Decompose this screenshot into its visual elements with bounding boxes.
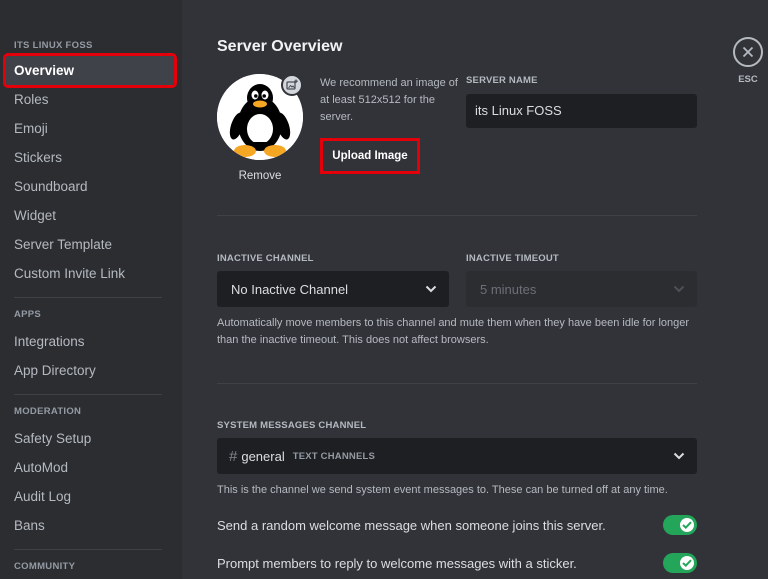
inactive-channel-value: No Inactive Channel xyxy=(231,281,349,297)
sidebar-header-apps: APPS xyxy=(14,309,42,320)
sidebar-item-automod[interactable]: AutoMod xyxy=(0,453,174,482)
sidebar-header-community: COMMUNITY xyxy=(14,561,76,572)
sidebar-item-soundboard[interactable]: Soundboard xyxy=(0,172,174,201)
sidebar-header-server: ITS LINUX FOSS xyxy=(14,40,93,51)
sticker-reply-toggle-row: Prompt members to reply to welcome messa… xyxy=(217,552,697,574)
close-settings-button[interactable] xyxy=(733,37,763,67)
settings-sidebar: ITS LINUX FOSS Overview Roles Emoji Stic… xyxy=(0,0,182,579)
section-divider xyxy=(217,215,697,216)
sidebar-item-bans[interactable]: Bans xyxy=(0,511,174,540)
inactive-timeout-value: 5 minutes xyxy=(480,281,537,297)
hashtag-icon: # xyxy=(229,447,238,465)
sidebar-divider xyxy=(14,549,162,550)
sidebar-divider xyxy=(14,394,162,395)
inactive-channel-label: INACTIVE CHANNEL xyxy=(217,253,314,264)
system-messages-channel-select[interactable]: # general TEXT CHANNELS xyxy=(217,438,697,474)
inactive-help-text: Automatically move members to this chann… xyxy=(217,317,690,346)
welcome-message-toggle-label: Send a random welcome message when someo… xyxy=(217,517,606,533)
section-divider xyxy=(217,383,697,384)
sidebar-item-integrations[interactable]: Integrations xyxy=(0,327,174,356)
check-icon xyxy=(680,556,694,570)
system-messages-channel-label: SYSTEM MESSAGES CHANNEL xyxy=(217,420,367,431)
sidebar-item-safety-setup[interactable]: Safety Setup xyxy=(0,424,174,453)
welcome-message-toggle-row: Send a random welcome message when someo… xyxy=(217,514,697,536)
image-recommendation-text: We recommend an image of at least 512x51… xyxy=(320,77,458,123)
sidebar-item-emoji[interactable]: Emoji xyxy=(0,114,174,143)
inactive-channel-select[interactable]: No Inactive Channel xyxy=(217,271,449,307)
sidebar-divider xyxy=(14,297,162,298)
sidebar-item-server-template[interactable]: Server Template xyxy=(0,230,174,259)
sidebar-item-app-directory[interactable]: App Directory xyxy=(0,356,174,385)
system-channel-category: TEXT CHANNELS xyxy=(292,450,376,462)
welcome-message-toggle[interactable] xyxy=(663,515,697,535)
chevron-down-icon xyxy=(673,452,685,460)
esc-label: ESC xyxy=(738,74,758,85)
add-image-icon[interactable] xyxy=(281,74,303,96)
close-icon xyxy=(742,46,754,58)
upload-image-button[interactable]: Upload Image xyxy=(320,138,420,174)
chevron-down-icon xyxy=(673,285,685,293)
chevron-down-icon xyxy=(425,285,437,293)
page-title: Server Overview xyxy=(217,38,343,55)
sidebar-item-overview[interactable]: Overview xyxy=(3,53,177,88)
inactive-timeout-label: INACTIVE TIMEOUT xyxy=(466,253,559,264)
server-name-input[interactable]: its Linux FOSS xyxy=(466,94,697,128)
sidebar-item-stickers[interactable]: Stickers xyxy=(0,143,174,172)
sidebar-item-roles[interactable]: Roles xyxy=(0,85,174,114)
sticker-reply-toggle[interactable] xyxy=(663,553,697,573)
sticker-reply-toggle-label: Prompt members to reply to welcome messa… xyxy=(217,555,577,571)
sidebar-item-custom-invite-link[interactable]: Custom Invite Link xyxy=(0,259,174,288)
check-icon xyxy=(680,518,694,532)
server-overview-panel: Server Overview Remove We recommend an i… xyxy=(182,0,768,579)
server-name-label: SERVER NAME xyxy=(466,75,538,86)
remove-avatar-link[interactable]: Remove xyxy=(217,170,303,182)
system-channel-help-text: This is the channel we send system event… xyxy=(217,484,668,496)
sidebar-header-moderation: MODERATION xyxy=(14,406,82,417)
inactive-timeout-select[interactable]: 5 minutes xyxy=(466,271,697,307)
system-channel-name: general xyxy=(241,448,285,464)
sidebar-item-audit-log[interactable]: Audit Log xyxy=(0,482,174,511)
sidebar-item-widget[interactable]: Widget xyxy=(0,201,174,230)
